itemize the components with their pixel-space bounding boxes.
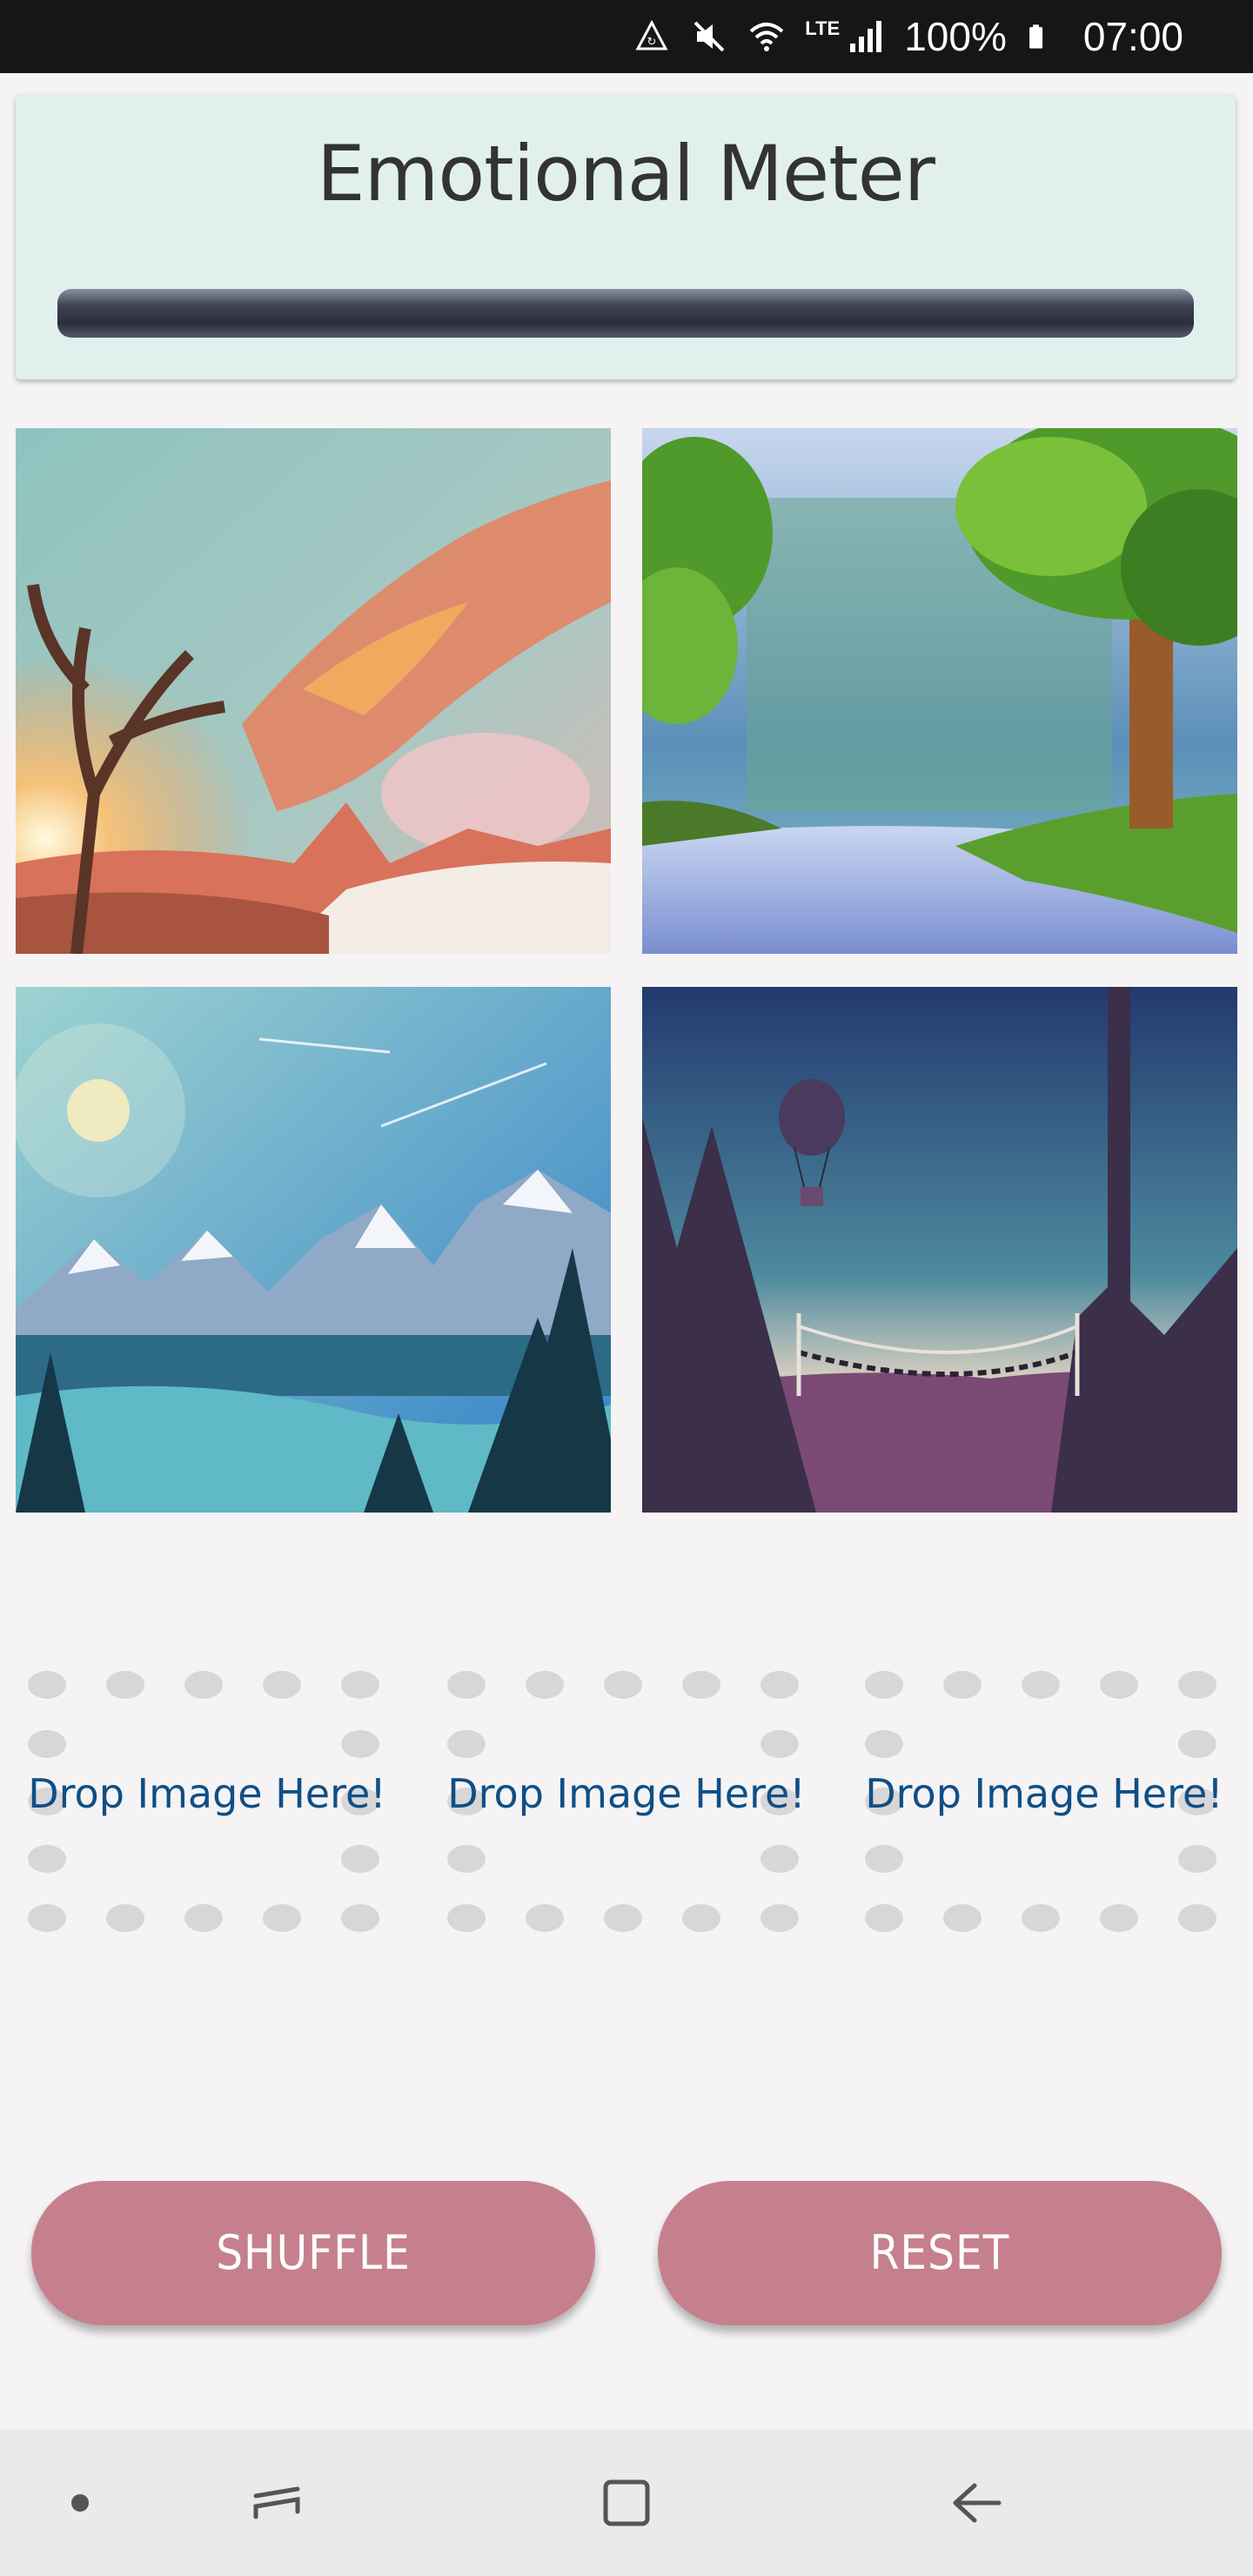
sunset-tree-image xyxy=(16,428,611,954)
drop-zone-dot xyxy=(761,1730,799,1758)
image-tile-sunset-tree[interactable] xyxy=(16,428,611,954)
back-icon[interactable] xyxy=(907,2430,1046,2576)
wifi-icon xyxy=(747,17,786,56)
svg-text:↻: ↻ xyxy=(647,36,657,49)
drop-zone-dot xyxy=(865,1904,903,1932)
forest-river-image xyxy=(642,428,1237,954)
drop-zone-label: Drop Image Here! xyxy=(447,1770,806,1817)
drop-zone-dot xyxy=(865,1671,903,1699)
drop-zone-dot xyxy=(447,1730,486,1758)
drop-zone-dot xyxy=(184,1671,223,1699)
drop-zone-dot xyxy=(447,1845,486,1873)
drop-zone-dot xyxy=(604,1671,642,1699)
drop-zone-dot xyxy=(1178,1904,1216,1932)
drop-zone-dot xyxy=(341,1671,379,1699)
snowy-mountain-lake-image xyxy=(16,987,611,1513)
drop-zone-dot xyxy=(943,1671,982,1699)
drop-zone-dot xyxy=(682,1904,720,1932)
drop-zone-dot xyxy=(865,1845,903,1873)
sync-icon: ↻ xyxy=(633,17,671,56)
drop-zone-1[interactable]: Drop Image Here! xyxy=(16,1667,399,1946)
drop-zone-dot xyxy=(28,1730,66,1758)
drop-zone-dot xyxy=(761,1845,799,1873)
page-title: Emotional Meter xyxy=(317,129,935,218)
drop-zone-dot xyxy=(1100,1671,1138,1699)
emotional-meter-bar xyxy=(57,289,1194,338)
drop-zone-dot xyxy=(263,1671,301,1699)
drop-zone-dot xyxy=(447,1671,486,1699)
drop-zone-dot xyxy=(604,1904,642,1932)
drop-zone-dot xyxy=(1178,1845,1216,1873)
drop-zone-dot xyxy=(761,1904,799,1932)
header-card: Emotional Meter xyxy=(16,94,1236,379)
drop-zone-dot xyxy=(341,1904,379,1932)
drop-zone-dot xyxy=(106,1904,144,1932)
clock: 07:00 xyxy=(1082,14,1183,59)
battery-icon xyxy=(1026,17,1064,56)
dot-icon[interactable] xyxy=(10,2430,150,2576)
drop-zone-dot xyxy=(263,1904,301,1932)
network-type: LTE xyxy=(805,17,841,39)
drop-zone-dot xyxy=(943,1904,982,1932)
reset-button[interactable]: RESET xyxy=(658,2181,1222,2325)
drop-zone-3[interactable]: Drop Image Here! xyxy=(853,1667,1236,1946)
drop-zone-dot xyxy=(865,1730,903,1758)
drop-zone-dot xyxy=(1178,1671,1216,1699)
drop-zone-dot xyxy=(341,1730,379,1758)
drop-zone-dot xyxy=(526,1904,564,1932)
drop-zone-label: Drop Image Here! xyxy=(865,1770,1223,1817)
drop-zone-label: Drop Image Here! xyxy=(28,1770,386,1817)
drop-zone-dot xyxy=(28,1845,66,1873)
drop-zone-dot xyxy=(1100,1904,1138,1932)
status-bar: ↻ LTE 100% 07:00 xyxy=(0,0,1253,73)
shuffle-button[interactable]: SHUFFLE xyxy=(31,2181,595,2325)
mute-icon xyxy=(690,17,728,56)
drop-zone-dot xyxy=(341,1845,379,1873)
night-rope-bridge-image xyxy=(642,987,1237,1513)
image-tile-night-bridge[interactable] xyxy=(642,987,1237,1513)
drop-zone-dot xyxy=(682,1671,720,1699)
drop-zone-dot xyxy=(1178,1730,1216,1758)
battery-percent: 100% xyxy=(904,14,1007,59)
drop-zone-dot xyxy=(28,1671,66,1699)
recents-icon[interactable] xyxy=(207,2430,346,2576)
drop-zone-dot xyxy=(28,1904,66,1932)
image-tile-forest-river[interactable] xyxy=(642,428,1237,954)
drop-zone-dot xyxy=(106,1671,144,1699)
drop-zone-dot xyxy=(761,1671,799,1699)
navigation-bar xyxy=(0,2430,1253,2576)
drop-zone-dot xyxy=(1022,1904,1060,1932)
drop-zone-dot xyxy=(447,1904,486,1932)
home-icon[interactable] xyxy=(557,2430,696,2576)
drop-zone-2[interactable]: Drop Image Here! xyxy=(435,1667,818,1946)
drop-zone-dot xyxy=(1022,1671,1060,1699)
drop-zone-dot xyxy=(184,1904,223,1932)
drop-zone-dot xyxy=(526,1671,564,1699)
signal-icon xyxy=(847,17,885,56)
image-tile-snowy-mountains[interactable] xyxy=(16,987,611,1513)
